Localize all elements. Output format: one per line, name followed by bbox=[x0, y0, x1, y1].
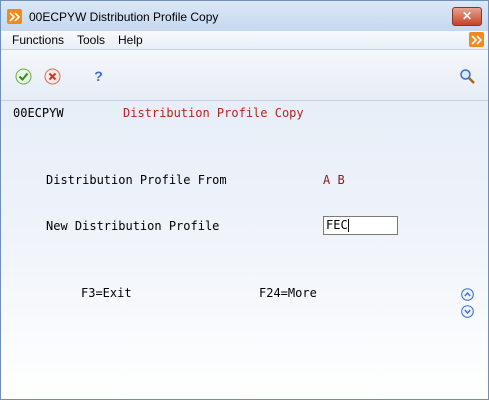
from-label: Distribution Profile From bbox=[46, 173, 227, 187]
cancel-icon[interactable] bbox=[44, 68, 61, 85]
window-title: 00ECPYW Distribution Profile Copy bbox=[29, 10, 219, 24]
app-icon bbox=[7, 9, 22, 24]
menu-tools[interactable]: Tools bbox=[77, 33, 105, 47]
f24-more-label[interactable]: F24=More bbox=[259, 286, 317, 300]
from-value: A B bbox=[323, 173, 345, 187]
app-menu-icon[interactable] bbox=[469, 32, 484, 47]
close-button[interactable]: ✕ bbox=[452, 7, 482, 26]
menu-functions[interactable]: Functions bbox=[12, 33, 64, 47]
menu-bar: Functions Tools Help bbox=[1, 31, 488, 50]
new-profile-value: FEC bbox=[326, 218, 348, 232]
search-icon[interactable] bbox=[459, 68, 476, 85]
form-content: 00ECPYW Distribution Profile Copy Distri… bbox=[1, 101, 488, 399]
scroll-down-icon[interactable] bbox=[461, 305, 474, 318]
scroll-up-icon[interactable] bbox=[461, 288, 474, 301]
text-caret bbox=[347, 219, 349, 232]
help-icon[interactable]: ? bbox=[90, 68, 107, 85]
new-profile-label: New Distribution Profile bbox=[46, 219, 220, 233]
checkmark-icon[interactable] bbox=[15, 68, 32, 85]
f3-exit-label[interactable]: F3=Exit bbox=[81, 286, 132, 300]
form-title: Distribution Profile Copy bbox=[123, 106, 304, 120]
program-id: 00ECPYW bbox=[13, 106, 64, 120]
toolbar: ? bbox=[1, 50, 488, 101]
dialog-window: 00ECPYW Distribution Profile Copy ✕ Func… bbox=[0, 0, 489, 400]
menu-help[interactable]: Help bbox=[118, 33, 143, 47]
svg-text:?: ? bbox=[94, 68, 103, 84]
new-profile-input[interactable]: FEC bbox=[323, 216, 398, 235]
title-bar: 00ECPYW Distribution Profile Copy ✕ bbox=[1, 1, 488, 31]
